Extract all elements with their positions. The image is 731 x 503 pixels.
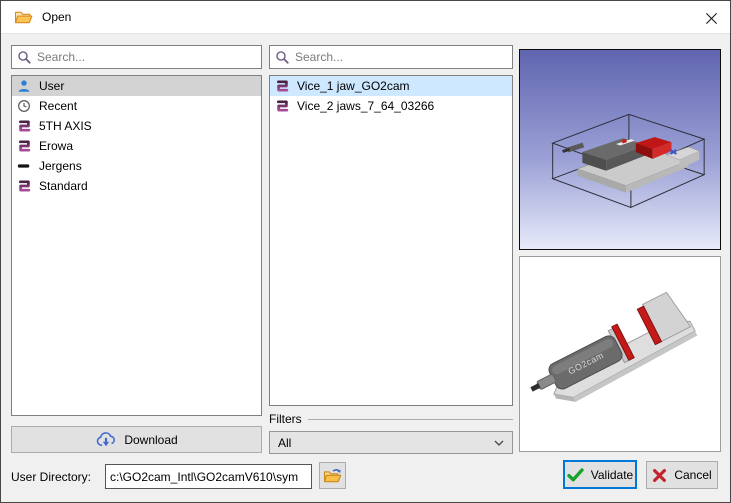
- open-folder-icon: [14, 10, 33, 25]
- file-item-vice-1[interactable]: Vice_1 jaw_GO2cam: [270, 76, 512, 96]
- download-label: Download: [124, 433, 177, 447]
- sidebar-item-label: Jergens: [39, 159, 82, 173]
- sidebar-item-user[interactable]: User: [12, 76, 261, 96]
- sidebar-item-label: Recent: [39, 99, 77, 113]
- sidebar-item-erowa[interactable]: Erowa: [12, 136, 261, 156]
- sidebar-item-jergens[interactable]: Jergens: [12, 156, 261, 176]
- sidebar-item-label: 5TH AXIS: [39, 119, 92, 133]
- cancel-button[interactable]: Cancel: [646, 461, 718, 489]
- search-icon: [17, 50, 32, 65]
- filters-select[interactable]: All: [269, 431, 513, 454]
- sidebar-item-standard[interactable]: Standard: [12, 176, 261, 196]
- filters-selected-option: All: [278, 436, 291, 450]
- category-search-input[interactable]: [37, 46, 261, 68]
- x-icon: [652, 468, 667, 483]
- go2cam-logo-icon: [275, 99, 289, 113]
- search-icon: [275, 50, 290, 65]
- download-button[interactable]: Download: [11, 426, 262, 453]
- sidebar-item-label: Standard: [39, 179, 88, 193]
- file-search-input[interactable]: [295, 46, 512, 68]
- go2cam-logo-icon: [17, 179, 31, 193]
- category-search: [11, 45, 262, 69]
- titlebar: Open: [1, 1, 730, 34]
- cloud-download-icon: [95, 431, 117, 448]
- sidebar-item-label: Erowa: [39, 139, 73, 153]
- file-search: [269, 45, 513, 69]
- open-folder-icon: [323, 468, 342, 484]
- validate-label: Validate: [591, 468, 633, 482]
- chevron-down-icon: [494, 440, 504, 446]
- file-list: Vice_1 jaw_GO2cam Vice_2 jaws_7_64_03266: [269, 75, 513, 406]
- filters-label: Filters: [269, 412, 302, 426]
- preview-3d-shaded: [519, 49, 721, 250]
- file-item-vice-2[interactable]: Vice_2 jaws_7_64_03266: [270, 96, 512, 116]
- file-item-label: Vice_2 jaws_7_64_03266: [297, 99, 434, 113]
- window-title: Open: [42, 10, 71, 24]
- jergens-bar-icon: [17, 159, 31, 173]
- sidebar-item-5th-axis[interactable]: 5TH AXIS: [12, 116, 261, 136]
- clock-icon: [17, 99, 31, 113]
- sidebar-item-label: User: [39, 79, 64, 93]
- sidebar-item-recent[interactable]: Recent: [12, 96, 261, 116]
- cancel-label: Cancel: [674, 468, 711, 482]
- browse-folder-button[interactable]: [319, 462, 346, 489]
- validate-button[interactable]: Validate: [563, 460, 637, 489]
- go2cam-logo-icon: [17, 139, 31, 153]
- go2cam-logo-icon: [275, 79, 289, 93]
- close-icon[interactable]: [699, 6, 723, 30]
- user-icon: [17, 79, 31, 93]
- check-icon: [567, 468, 584, 482]
- user-directory-input[interactable]: [105, 464, 312, 489]
- go2cam-logo-icon: [17, 119, 31, 133]
- file-item-label: Vice_1 jaw_GO2cam: [297, 79, 410, 93]
- vice-model: GO2cam: [520, 289, 699, 417]
- filters-groupline: [308, 419, 513, 420]
- preview-3d-model: GO2cam: [519, 256, 721, 452]
- user-directory-label: User Directory:: [11, 470, 91, 484]
- category-list: User Recent 5TH AXIS: [11, 75, 262, 416]
- open-dialog: Open: [0, 0, 731, 503]
